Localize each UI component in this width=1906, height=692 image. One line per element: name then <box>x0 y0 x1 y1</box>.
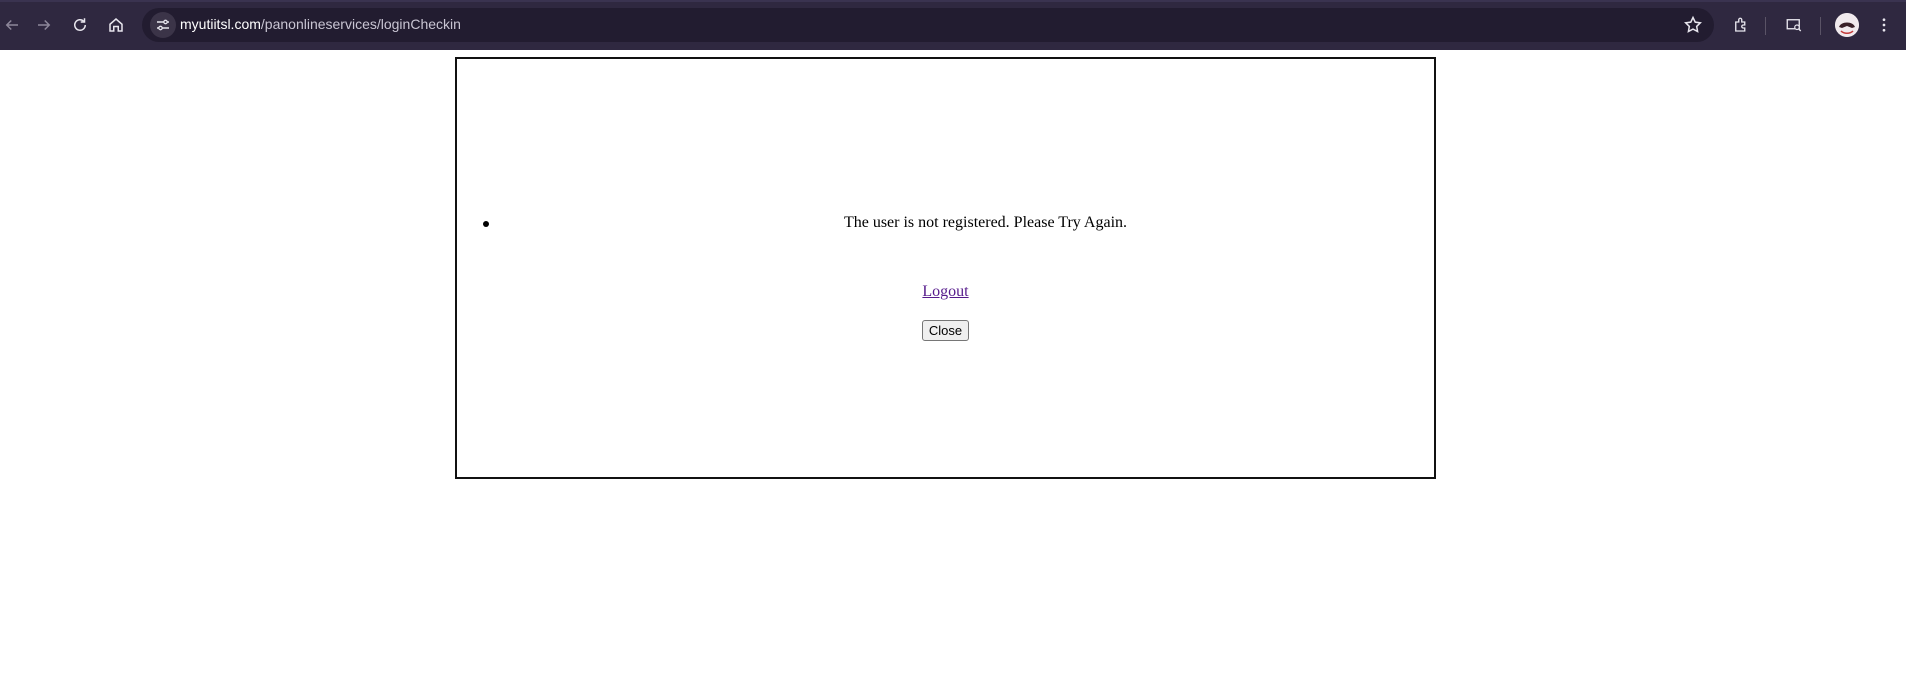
site-info-icon[interactable] <box>150 12 176 38</box>
bullet-icon <box>483 221 489 227</box>
toolbar-separator <box>1820 17 1821 35</box>
home-icon[interactable] <box>104 13 128 37</box>
profile-avatar[interactable] <box>1835 13 1859 37</box>
address-bar[interactable]: myutiitsl.com/panonlineservices/loginChe… <box>142 8 1714 42</box>
extensions-icon[interactable] <box>1729 13 1753 37</box>
reading-mode-icon[interactable] <box>1782 13 1806 37</box>
reload-icon[interactable] <box>68 13 92 37</box>
logout-link[interactable]: Logout <box>922 283 968 300</box>
url-text[interactable]: myutiitsl.com/panonlineservices/loginChe… <box>180 16 461 32</box>
error-list-item: The user is not registered. Please Try A… <box>457 214 1434 232</box>
toolbar-separator <box>1765 17 1766 35</box>
url-domain: myutiitsl.com <box>180 16 261 32</box>
url-path: /panonlineservices/loginCheckin <box>260 16 461 32</box>
forward-icon[interactable] <box>32 13 56 37</box>
bookmark-star-icon[interactable] <box>1683 15 1703 35</box>
browser-toolbar: myutiitsl.com/panonlineservices/loginChe… <box>0 0 1906 50</box>
message-frame: The user is not registered. Please Try A… <box>455 57 1436 479</box>
error-list: The user is not registered. Please Try A… <box>457 214 1434 232</box>
back-icon[interactable] <box>0 13 24 37</box>
error-message: The user is not registered. Please Try A… <box>843 214 1128 231</box>
tab-strip-edge <box>0 0 1906 2</box>
logout-container: Logout <box>457 283 1434 301</box>
close-container: Close <box>457 320 1434 341</box>
more-menu-icon[interactable] <box>1872 13 1896 37</box>
close-button[interactable]: Close <box>921 320 970 341</box>
